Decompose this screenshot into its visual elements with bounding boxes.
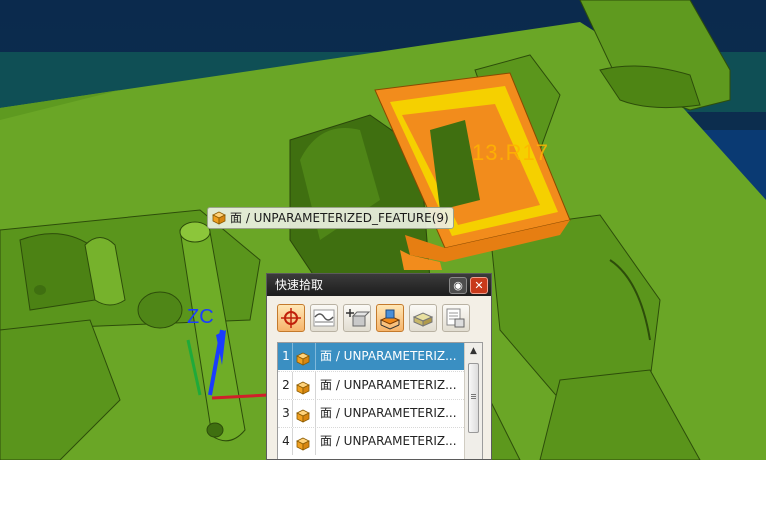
item-label: 面 / UNPARAMETERIZ...	[320, 378, 457, 392]
list-item[interactable]: 3 面 / UNPARAMETERIZ...	[278, 399, 464, 427]
close-icon[interactable]: ✕	[470, 277, 488, 294]
body-filter-icon[interactable]	[409, 304, 437, 332]
quick-pick-dialog[interactable]: 快速拾取 ◉ ✕ 1 面 / UNPARAMETERIZ... 2 面 / UN…	[266, 273, 492, 460]
curve-filter-icon[interactable]	[310, 304, 338, 332]
all-filter-icon[interactable]	[277, 304, 305, 332]
component-filter-icon[interactable]	[442, 304, 470, 332]
tooltip-text: 面 / UNPARAMETERIZED_FEATURE(9)	[230, 211, 449, 225]
item-number: 2	[282, 378, 290, 392]
pin-icon[interactable]: ◉	[449, 277, 467, 294]
zc-axis-label: ZC	[187, 306, 214, 328]
face-filter-icon[interactable]	[376, 304, 404, 332]
list-item[interactable]: 4 面 / UNPARAMETERIZ...	[278, 427, 464, 455]
dimension-label: 13.R17	[472, 140, 549, 165]
item-number: 1	[282, 349, 290, 363]
list-scrollbar[interactable]: ▲	[464, 343, 482, 459]
item-label: 面 / UNPARAMETERIZ...	[320, 349, 457, 363]
list-item[interactable]: 1 面 / UNPARAMETERIZ...	[278, 343, 464, 370]
list-item[interactable]: 2 面 / UNPARAMETERIZ...	[278, 371, 464, 399]
item-label: 面 / UNPARAMETERIZ...	[320, 434, 457, 448]
face-cube-icon	[212, 211, 226, 231]
item-label: 面 / UNPARAMETERIZ...	[320, 406, 457, 420]
scroll-up-icon[interactable]: ▲	[465, 343, 482, 359]
item-number: 4	[282, 434, 290, 448]
pick-list[interactable]: 1 面 / UNPARAMETERIZ... 2 面 / UNPARAMETER…	[277, 342, 483, 459]
scroll-thumb[interactable]	[468, 363, 479, 433]
point-filter-icon[interactable]	[343, 304, 371, 332]
dialog-title: 快速拾取	[275, 278, 324, 292]
dialog-titlebar[interactable]: 快速拾取 ◉ ✕	[267, 274, 491, 296]
selection-tooltip: 面 / UNPARAMETERIZED_FEATURE(9)	[207, 207, 454, 229]
face-cube-icon	[296, 434, 310, 459]
item-number: 3	[282, 406, 290, 420]
